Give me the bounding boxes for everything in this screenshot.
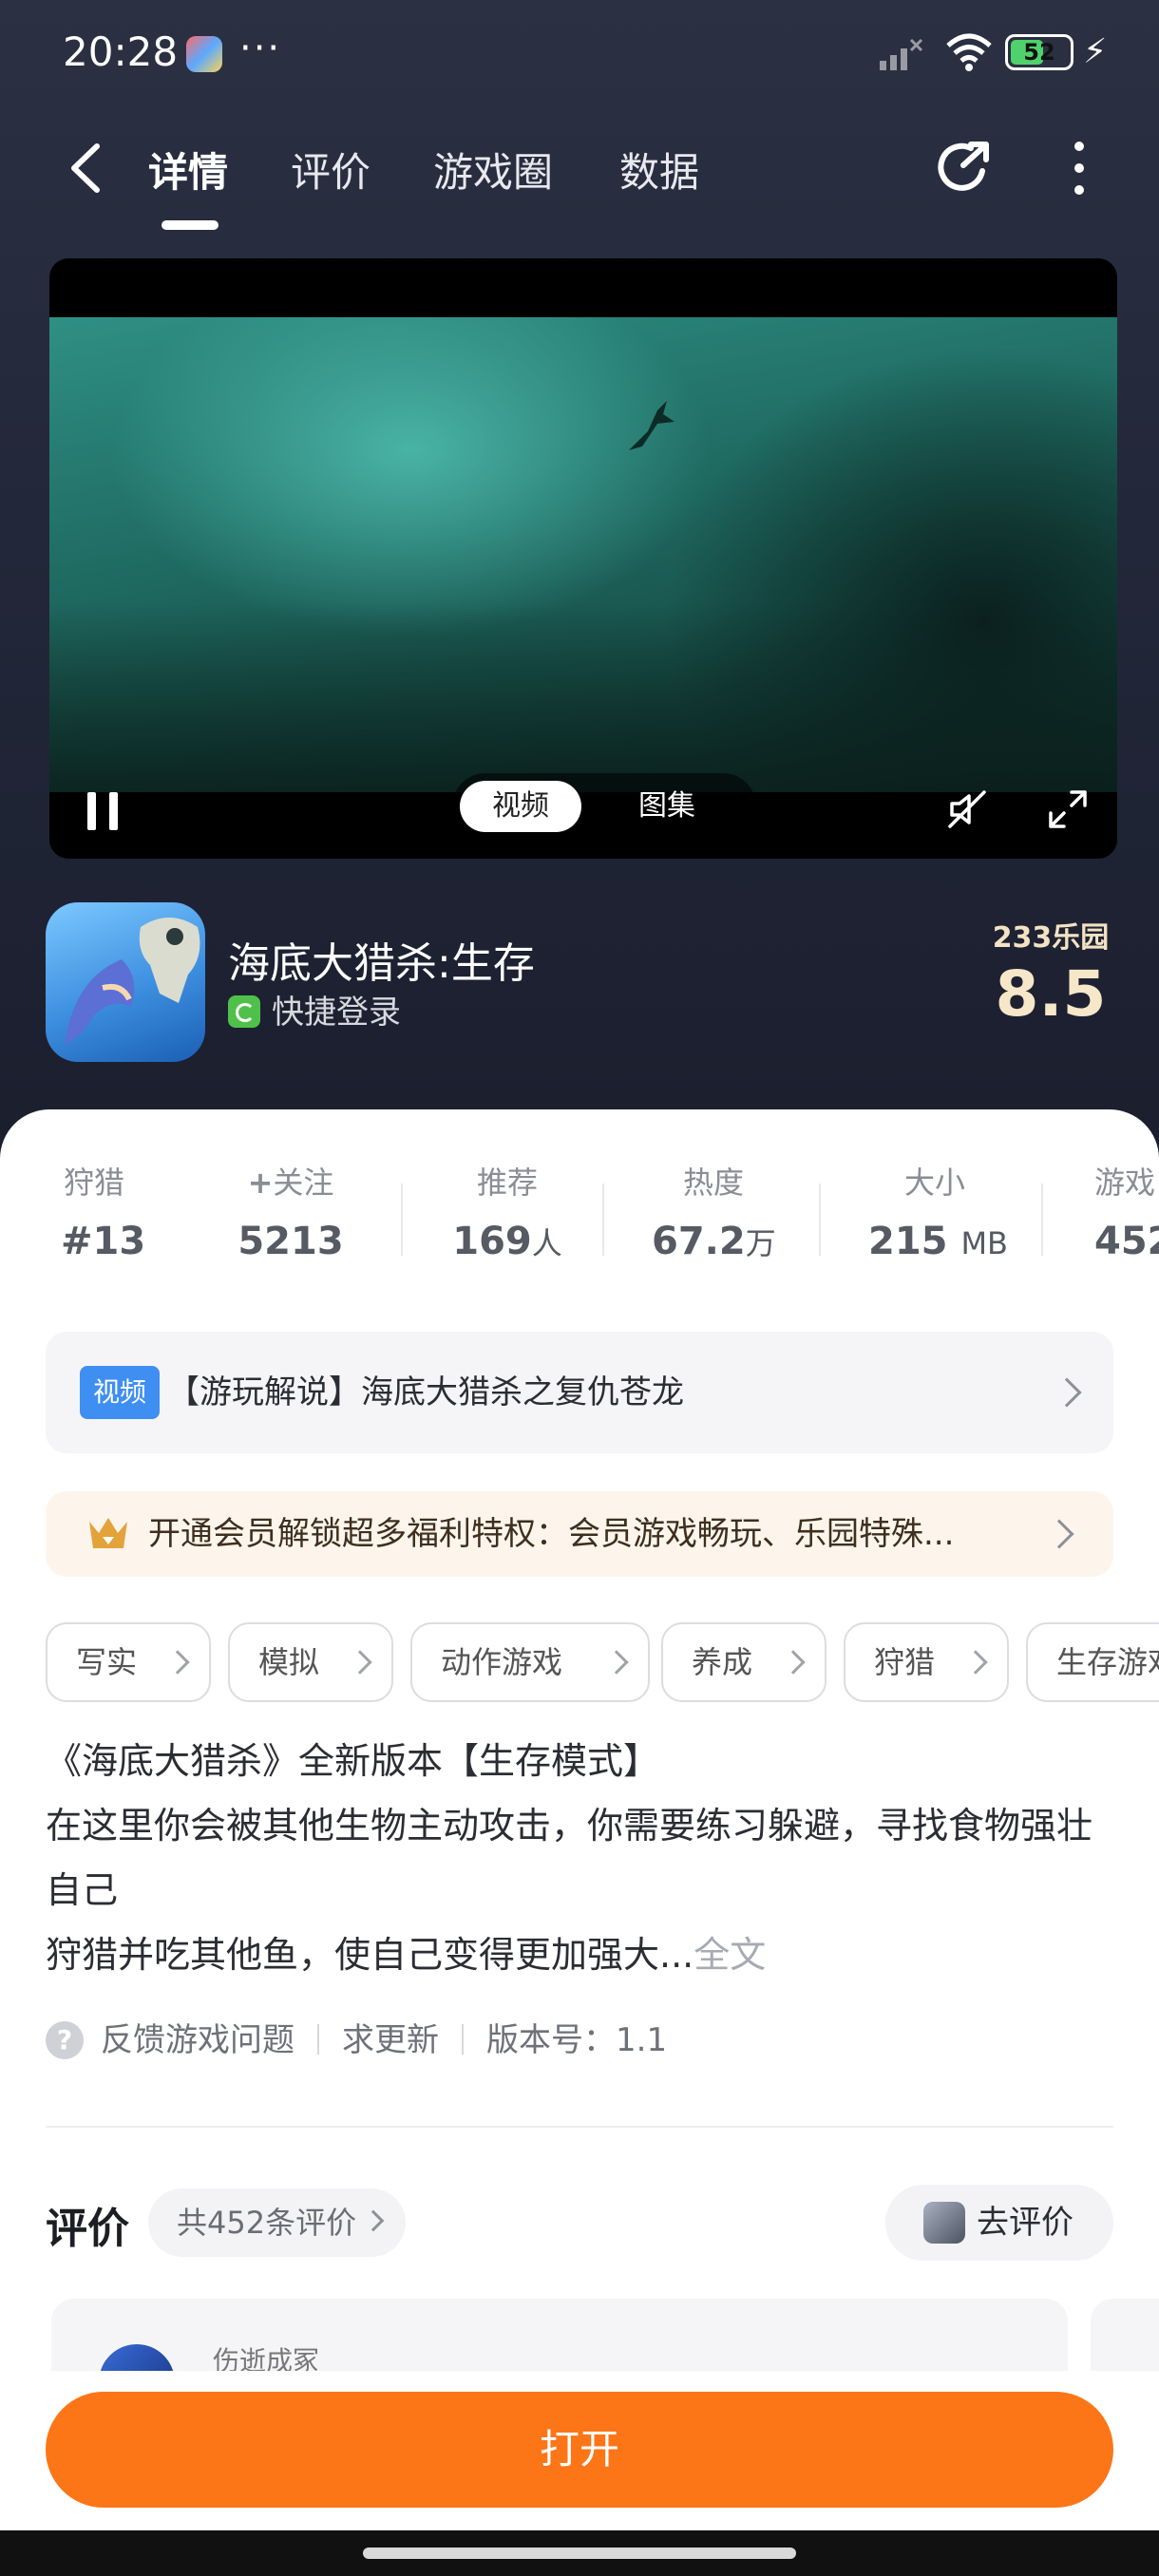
plus-icon: + [247, 1165, 274, 1201]
stat-recommend: 推荐 169人 [450, 1159, 564, 1263]
tab-game-circle[interactable]: 游戏圈 [433, 141, 553, 199]
divider [46, 2126, 1113, 2128]
reviews-header: 评价 共452条评价 去评价 [46, 2185, 1113, 2261]
app-notification-icon [186, 36, 222, 72]
version-text: 版本号：1.1 [486, 2021, 668, 2059]
write-review-label: 去评价 [977, 2204, 1074, 2242]
game-score: 8.5 [995, 957, 1107, 1031]
game-title: 海底大猎杀:生存 [228, 939, 535, 988]
stat-label: 推荐 [476, 1165, 538, 1201]
tag-list: 写实 模拟 动作游戏 养成 狩猎 生存游戏 [46, 1622, 1159, 1702]
reviews-count-button[interactable]: 共452条评价 [148, 2188, 407, 2257]
video-tag-badge: 视频 [80, 1366, 160, 1419]
meta-row: ? 反馈游戏问题 求更新 版本号：1.1 [46, 2014, 667, 2067]
tag-chip[interactable]: 写实 [46, 1622, 211, 1702]
stat-rank[interactable]: 狩猎 #13 [61, 1159, 146, 1263]
stats-row: 狩猎 #13 +关注 5213 推荐 169人 热度 67.2万 大小 215 … [0, 1159, 1159, 1282]
chevron-right-icon [1052, 1377, 1082, 1408]
status-time: 20:28 [63, 28, 179, 75]
more-vertical-icon[interactable] [1062, 135, 1096, 201]
tag-chip[interactable]: 动作游戏 [410, 1622, 650, 1702]
help-icon: ? [46, 2021, 84, 2059]
stat-popularity: 热度 67.2万 [652, 1159, 776, 1263]
skull-fish-icon [139, 918, 200, 1003]
media-type-switch: 视频 图集 [452, 773, 756, 840]
chevron-right-icon [362, 2209, 385, 2232]
battery-icon: 52 [1005, 34, 1074, 70]
fullscreen-icon[interactable] [1045, 786, 1091, 832]
status-bar: 20:28 ··· 52 ⚡ [0, 19, 1159, 85]
description-line: 狩猎并吃其他鱼，使自己变得更加强大...全文 [46, 1934, 767, 1976]
stat-value: #13 [61, 1220, 146, 1263]
stat-label: 游戏 [1094, 1165, 1156, 1201]
reviews-count-label: 共452条评价 [177, 2205, 357, 2241]
top-nav: 详情 评价 游戏圈 数据 [0, 123, 1159, 230]
chevron-right-icon [1044, 1519, 1074, 1549]
stat-value: 169人 [452, 1220, 562, 1263]
tag-chip[interactable]: 生存游戏 [1026, 1622, 1159, 1702]
quick-login[interactable]: 快捷登录 [228, 986, 401, 1032]
stat-value: 67.2万 [652, 1220, 776, 1263]
signal-icon [880, 38, 923, 70]
stat-label: 大小 [903, 1165, 965, 1201]
quick-login-label: 快捷登录 [272, 994, 401, 1032]
tag-chip[interactable]: 狩猎 [844, 1622, 1009, 1702]
home-indicator[interactable] [363, 2548, 796, 2559]
charging-bolt-icon: ⚡ [1083, 32, 1108, 71]
user-avatar [923, 2202, 965, 2244]
crown-icon [89, 1518, 127, 1548]
stat-label: 热度 [682, 1165, 744, 1201]
write-review-button[interactable]: 去评价 [885, 2185, 1113, 2261]
battery-level: 52 [1023, 39, 1055, 66]
stat-label: 狩猎 [63, 1165, 124, 1201]
platform-brand: 233乐园 [992, 921, 1110, 955]
stat-value: 5213 [238, 1220, 344, 1263]
tab-details[interactable]: 详情 [148, 141, 228, 199]
gesture-bar [0, 2530, 1159, 2576]
game-description: 《海底大猎杀》全新版本【生存模式】 在这里你会被其他生物主动攻击，你需要练习躲避… [46, 1729, 1119, 1987]
wifi-icon [946, 33, 992, 71]
stat-value: 452 [1094, 1220, 1159, 1263]
stat-label: +关注 [247, 1165, 334, 1201]
diver-silhouette-icon [629, 401, 674, 450]
open-game-button[interactable]: 打开 [46, 2392, 1113, 2508]
reviews-title: 评价 [46, 2205, 129, 2253]
tab-reviews[interactable]: 评价 [291, 141, 370, 199]
stat-value: 215 MB [868, 1220, 1008, 1263]
pause-icon[interactable] [84, 790, 122, 832]
vip-banner[interactable]: 开通会员解锁超多福利特权：会员游戏畅玩、乐园特殊... [46, 1491, 1113, 1577]
video-frame [49, 317, 1117, 792]
stat-follow[interactable]: +关注 5213 [224, 1159, 357, 1263]
video-guide-row[interactable]: 视频 【游玩解说】海底大猎杀之复仇苍龙 [46, 1332, 1113, 1453]
segment-video[interactable]: 视频 [460, 781, 581, 832]
mute-icon[interactable] [944, 786, 990, 832]
feedback-link[interactable]: 反馈游戏问题 [101, 2021, 294, 2059]
tag-chip[interactable]: 模拟 [228, 1622, 393, 1702]
status-dots: ··· [239, 27, 282, 70]
tag-chip[interactable]: 养成 [661, 1622, 826, 1702]
description-line: 在这里你会被其他生物主动攻击，你需要练习躲避，寻找食物强壮自己 [46, 1805, 1093, 1911]
back-arrow-icon[interactable] [59, 135, 116, 201]
description-line: 《海底大猎杀》全新版本【生存模式】 [46, 1740, 660, 1782]
quick-login-icon [228, 995, 260, 1028]
share-icon[interactable] [935, 137, 996, 198]
video-player[interactable]: 视频 图集 [49, 258, 1117, 859]
tab-indicator [162, 220, 218, 230]
game-app-icon [46, 902, 205, 1062]
request-update-link[interactable]: 求更新 [342, 2021, 439, 2059]
stat-size: 大小 215 MB [868, 1159, 1008, 1263]
video-guide-title: 【游玩解说】海底大猎杀之复仇苍龙 [167, 1373, 684, 1411]
expand-full-text-link[interactable]: 全文 [694, 1934, 766, 1976]
stat-game: 游戏 452 [1094, 1159, 1159, 1263]
segment-gallery[interactable]: 图集 [610, 781, 724, 832]
tab-data[interactable]: 数据 [619, 141, 699, 199]
vip-banner-text: 开通会员解锁超多福利特权：会员游戏畅玩、乐园特殊... [148, 1515, 955, 1553]
